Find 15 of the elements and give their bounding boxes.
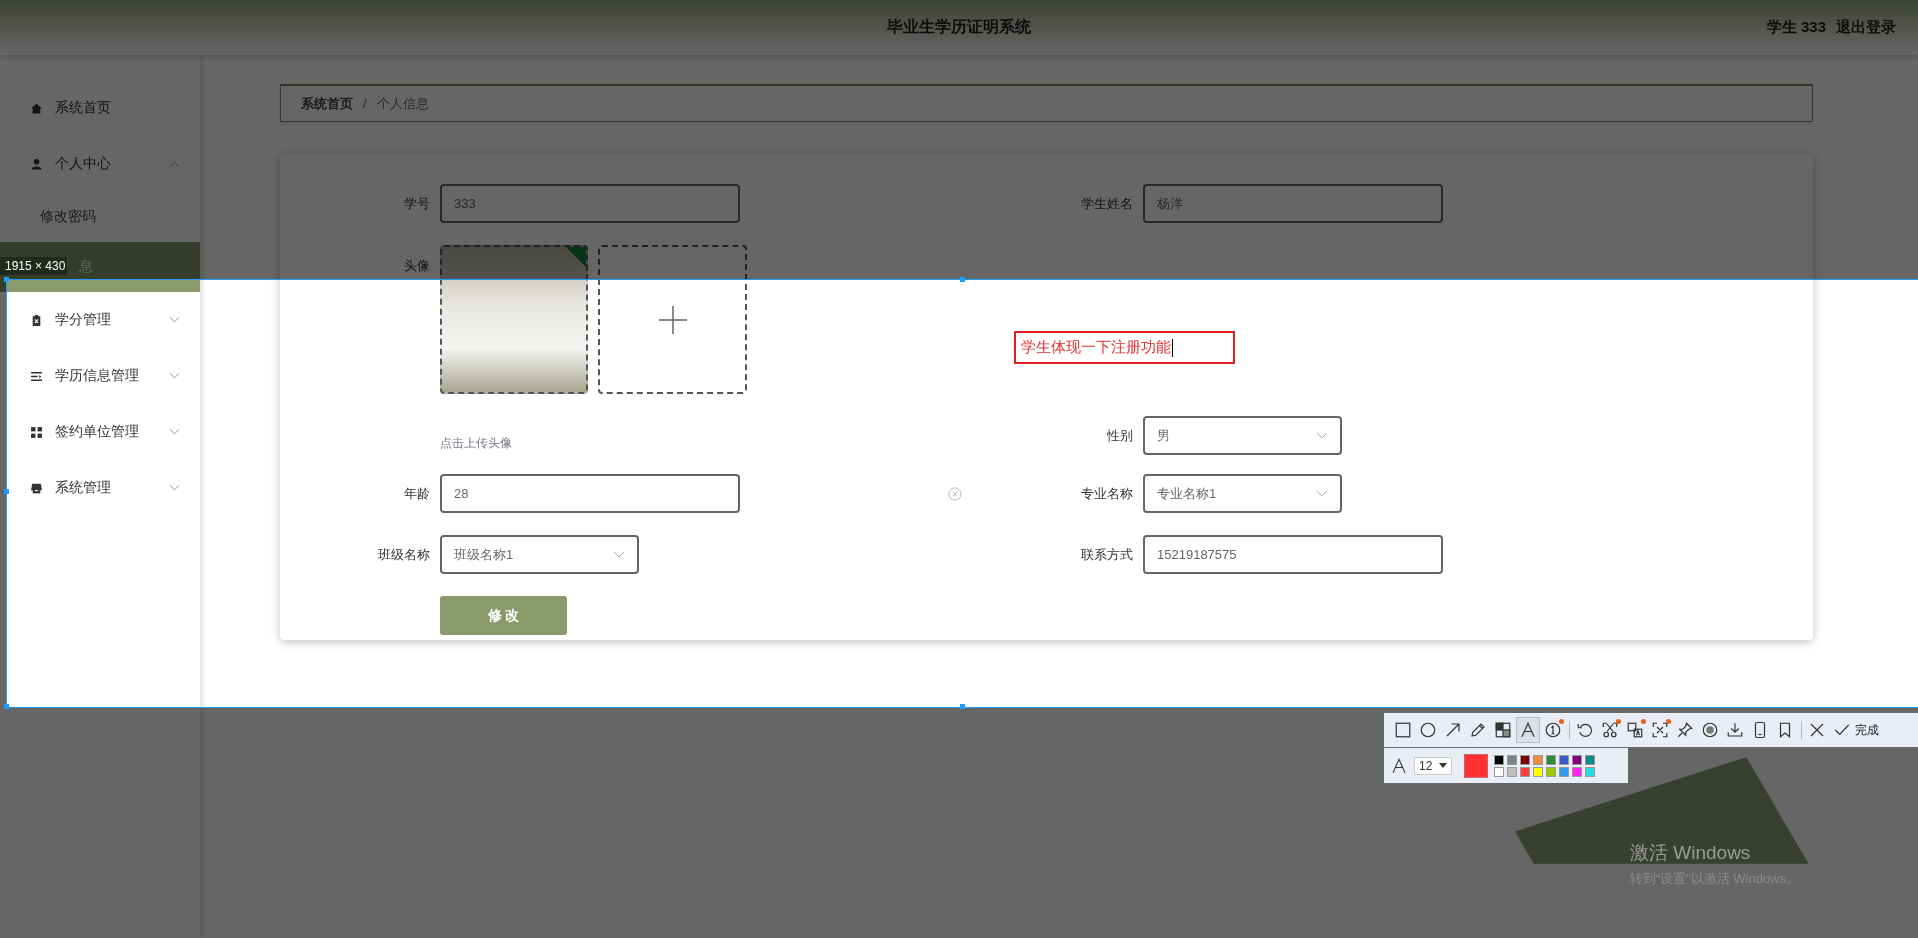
field-label: 性别 — [1106, 426, 1133, 445]
breadcrumb-current: 个人信息 — [376, 94, 429, 113]
selection-size-label: 1915 × 430 — [0, 257, 68, 275]
user-name: 学生 333 — [1766, 18, 1826, 37]
activation-title: 激活 Windows — [1630, 841, 1752, 865]
field-label: 学号 — [403, 194, 430, 213]
breadcrumb-separator: / — [363, 96, 367, 111]
field-label: 专业名称 — [1080, 484, 1133, 503]
field-label: 头像 — [403, 257, 430, 275]
field-label: 联系方式 — [1080, 545, 1133, 564]
field-label: 年龄 — [403, 484, 430, 503]
field-label: 班级名称 — [377, 545, 430, 564]
upload-hint: 点击上传头像 — [440, 435, 512, 452]
field-label: 学生姓名 — [1080, 194, 1133, 213]
system-title: 毕业生学历证明系统 — [887, 17, 1031, 37]
